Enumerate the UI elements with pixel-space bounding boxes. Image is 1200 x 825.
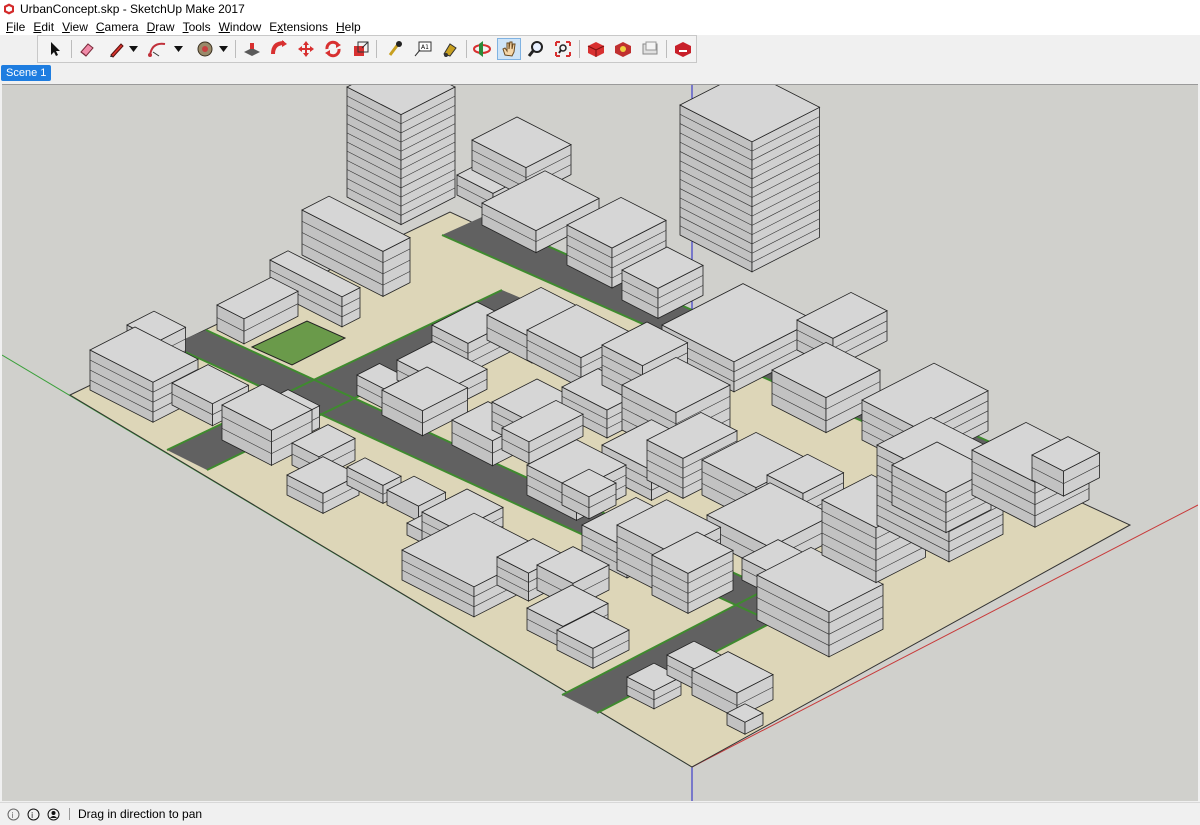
toolbar-separator [235,40,236,58]
menu-draw[interactable]: Draw [143,20,179,34]
menu-bar: File Edit View Camera Draw Tools Window Extensi… [0,18,1200,35]
menu-help[interactable]: Help [332,20,365,34]
svg-text:i: i [31,811,33,820]
menu-window[interactable]: Window [215,20,266,34]
extension-warehouse-icon[interactable] [611,38,635,60]
chevron-down-icon[interactable] [216,38,230,60]
status-bar: i i Drag in direction to pan [0,802,1200,825]
scenes-bar: Scene 1 [0,63,1200,84]
chevron-down-icon[interactable] [171,38,185,60]
buildings [89,85,1101,735]
pan-icon[interactable] [497,38,521,60]
sketchup-logo-icon [4,3,14,15]
menu-view[interactable]: View [58,20,92,34]
menu-edit[interactable]: Edit [29,20,58,34]
arc-icon[interactable] [146,38,170,60]
follow-me-icon[interactable] [267,38,291,60]
toolbar-separator [579,40,580,58]
status-separator [69,808,70,820]
text-icon[interactable]: A1 [411,38,435,60]
zoom-extents-icon[interactable] [551,38,575,60]
toolbar-separator [71,40,72,58]
extension-manager-icon[interactable] [671,38,695,60]
select-icon[interactable] [43,38,67,60]
urban-model-scene[interactable] [2,85,1198,801]
model-viewport[interactable] [2,84,1198,801]
status-text: Drag in direction to pan [78,807,203,821]
window-title: UrbanConcept.skp - SketchUp Make 2017 [20,2,245,16]
chevron-down-icon[interactable] [126,38,140,60]
tape-measure-icon[interactable] [383,38,407,60]
move-icon[interactable] [294,38,318,60]
user-account-icon[interactable] [47,808,60,821]
3d-warehouse-icon[interactable] [584,38,608,60]
toolbar-separator [376,40,377,58]
eraser-icon[interactable] [75,38,99,60]
scale-icon[interactable] [349,38,373,60]
menu-tools[interactable]: Tools [179,20,215,34]
scene-tab-1[interactable]: Scene 1 [1,65,52,81]
menu-file[interactable]: File [2,20,29,34]
main-toolbar: A1 [37,35,697,63]
paint-bucket-icon[interactable] [193,38,217,60]
layout-icon[interactable] [638,38,662,60]
toolbar-separator [466,40,467,58]
toolbar-separator [666,40,667,58]
rotate-icon[interactable] [321,38,345,60]
paint-icon[interactable] [438,38,462,60]
orbit-icon[interactable] [470,38,494,60]
svg-text:i: i [12,811,14,820]
credits-icon[interactable]: i [27,808,40,821]
menu-camera[interactable]: Camera [92,20,143,34]
svg-text:A1: A1 [421,44,429,51]
menu-extensions[interactable]: Extensions [265,20,332,34]
zoom-icon[interactable] [524,38,548,60]
info-icon[interactable]: i [7,808,20,821]
title-bar: UrbanConcept.skp - SketchUp Make 2017 [0,0,1200,18]
push-pull-icon[interactable] [240,38,264,60]
